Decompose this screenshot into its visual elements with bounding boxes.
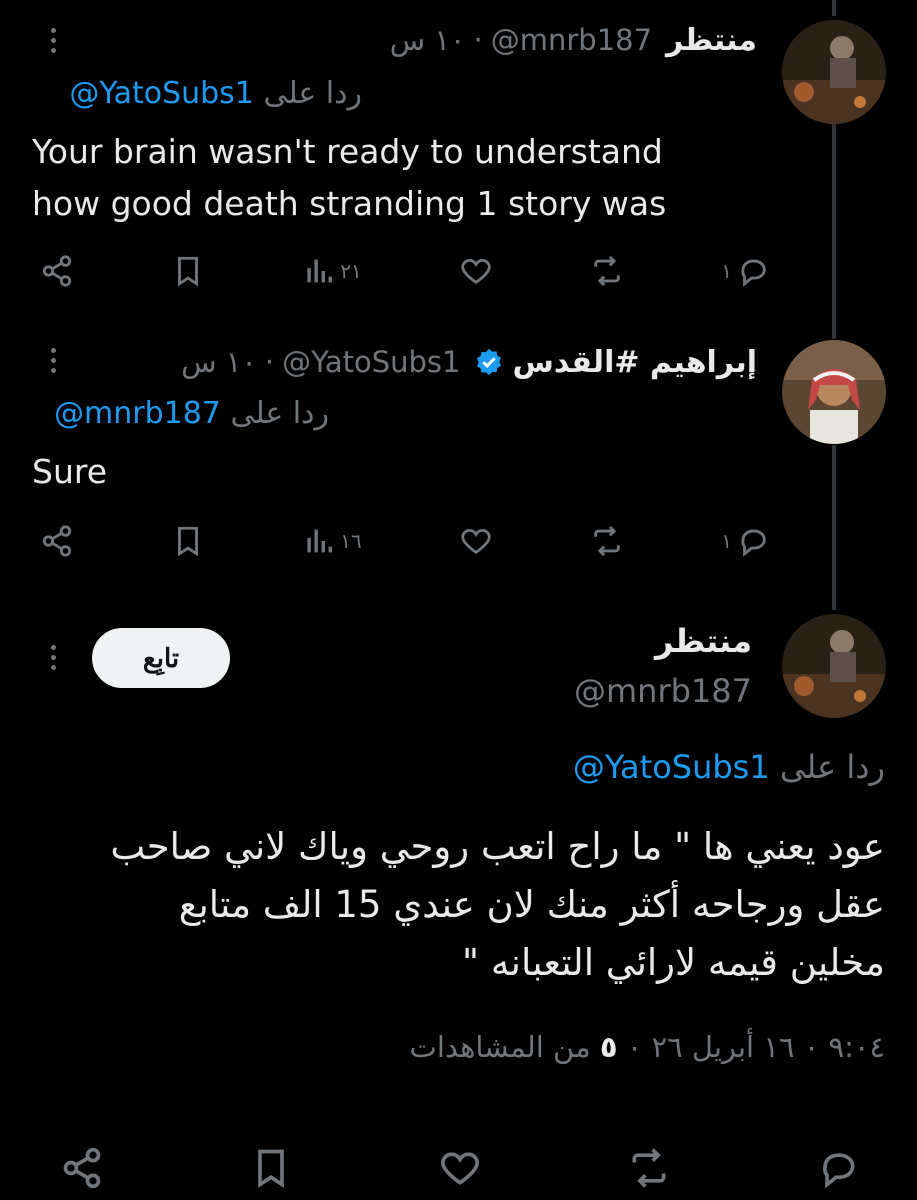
analytics-icon: [307, 259, 333, 283]
author-name[interactable]: منتظر: [666, 23, 757, 58]
post-timestamp[interactable]: ٩:٠٤ ٠ ١٦ أبريل ٢٦ ٠: [627, 1030, 885, 1064]
bookmark-icon: [178, 256, 199, 287]
reply-button[interactable]: ١: [721, 524, 770, 558]
heart-icon: [461, 528, 491, 555]
share-button[interactable]: [40, 254, 74, 288]
heart-icon[interactable]: [438, 1146, 482, 1190]
action-bar: ١٦ ١: [40, 516, 770, 566]
post-time[interactable]: ١٠ س: [181, 345, 257, 379]
views-label: من المشاهدات: [409, 1030, 591, 1064]
reply-header: إبراهيم #القدس @YatoSubs1 · ١٠ س: [181, 342, 757, 382]
post-text-line: Your brain wasn't ready to understand: [32, 132, 663, 171]
action-bar: [60, 1138, 860, 1198]
avatar[interactable]: [782, 20, 886, 124]
share-icon: [42, 255, 72, 287]
post-meta: ٩:٠٤ ٠ ١٦ أبريل ٢٦ ٠ ٥ من المشاهدات: [410, 1030, 885, 1064]
verified-badge-icon: [477, 348, 502, 376]
views-count: ١٦: [340, 529, 362, 553]
views-button[interactable]: ٢١: [302, 254, 362, 288]
repost-button[interactable]: [590, 524, 624, 558]
thread-connector: [832, 445, 836, 610]
post-text-line: مخلين قيمه لارائي التعبانه ": [462, 941, 885, 984]
author-name[interactable]: منتظر: [655, 622, 752, 660]
post-text-line: عقل ورجاحه أكثر منك لان عندي 15 الف متاب…: [178, 883, 885, 926]
avatar[interactable]: [782, 614, 886, 718]
views-button[interactable]: ١٦: [302, 524, 362, 558]
views-count: ٢١: [340, 259, 362, 283]
dot-separator: ·: [264, 345, 275, 379]
analytics-icon: [307, 529, 333, 553]
post-text: Your brain wasn't ready to understand ho…: [32, 126, 752, 230]
like-button[interactable]: [459, 254, 493, 288]
reply-button[interactable]: ١: [721, 254, 770, 288]
share-button[interactable]: [40, 524, 74, 558]
reply-count: ١: [721, 259, 732, 283]
bookmark-button[interactable]: [171, 254, 205, 288]
author-handle[interactable]: @YatoSubs1: [282, 345, 460, 379]
replying-to: ردا على @YatoSubs1: [69, 76, 362, 111]
heart-icon: [461, 258, 491, 285]
reply-header: منتظر @mnrb187 · ١٠ س: [390, 20, 757, 60]
author-name[interactable]: إبراهيم #القدس: [512, 345, 757, 380]
reply-icon: [741, 529, 766, 557]
like-button[interactable]: [459, 524, 493, 558]
replying-prefix: ردا على: [779, 748, 885, 786]
share-icon: [42, 525, 72, 557]
post-text-line: عود يعني ها " ما راح اتعب روحي وياك لاني…: [110, 825, 885, 868]
replying-to: ردا على @YatoSubs1: [573, 748, 885, 786]
author-handle[interactable]: @mnrb187: [491, 23, 652, 57]
post-text-line: how good death stranding 1 story was: [32, 184, 667, 223]
bookmark-icon[interactable]: [249, 1146, 293, 1190]
reply-count: ١: [721, 529, 732, 553]
reply-icon: [741, 259, 766, 287]
replying-handle[interactable]: @mnrb187: [54, 396, 221, 431]
replying-to: ردا على @mnrb187: [54, 396, 329, 431]
reply-icon[interactable]: [816, 1146, 860, 1190]
action-bar: ٢١ ١: [40, 246, 770, 296]
replying-handle[interactable]: @YatoSubs1: [69, 76, 254, 111]
more-options-icon[interactable]: [48, 348, 58, 373]
replying-handle[interactable]: @YatoSubs1: [573, 748, 770, 786]
views-count: ٥: [599, 1030, 618, 1064]
follow-button[interactable]: تابِع: [92, 628, 230, 688]
dot-separator: ·: [473, 23, 483, 57]
thread-connector: [832, 0, 836, 16]
author-handle[interactable]: @mnrb187: [574, 672, 752, 710]
share-icon[interactable]: [60, 1146, 104, 1190]
more-options-icon[interactable]: [48, 645, 58, 670]
bookmark-icon: [178, 526, 199, 557]
replying-prefix: ردا على: [230, 396, 329, 431]
repost-button[interactable]: [590, 254, 624, 288]
bookmark-button[interactable]: [171, 524, 205, 558]
repost-icon: [594, 525, 620, 557]
replying-prefix: ردا على: [263, 76, 362, 111]
thread-connector: [832, 124, 836, 339]
more-options-icon[interactable]: [48, 28, 58, 53]
post-text: عود يعني ها " ما راح اتعب روحي وياك لاني…: [25, 818, 885, 992]
post-text: Sure: [32, 452, 108, 491]
repost-icon[interactable]: [627, 1146, 671, 1190]
repost-icon: [594, 255, 620, 287]
post-time[interactable]: ١٠ س: [390, 23, 466, 57]
avatar[interactable]: [782, 340, 886, 444]
